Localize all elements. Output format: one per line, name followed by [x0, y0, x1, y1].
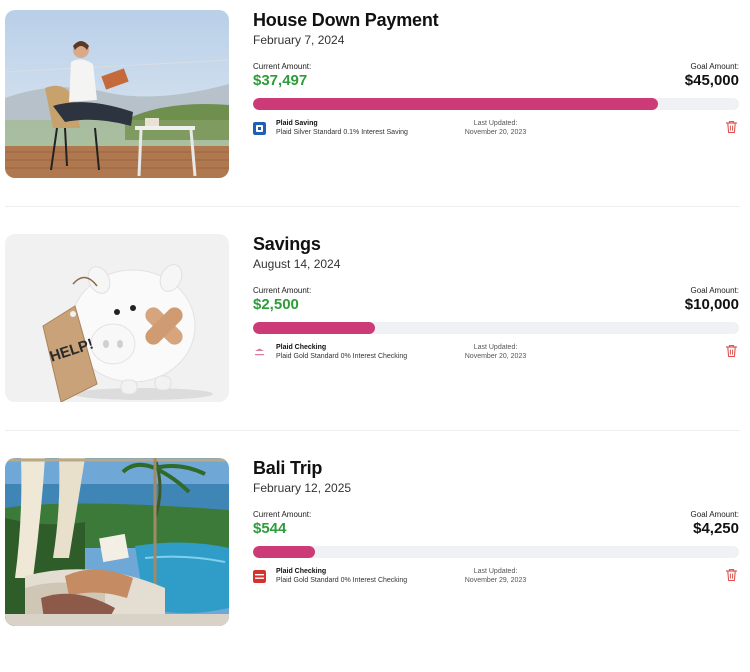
last-updated-label: Last Updated: — [473, 344, 518, 351]
progress-fill — [253, 98, 658, 110]
goal-title: Bali Trip — [253, 458, 323, 478]
last-updated-value: November 20, 2023 — [464, 129, 527, 136]
account-description: Plaid Silver Standard 0.1% Interest Savi… — [276, 129, 408, 136]
goal-card: House Down Payment February 7, 2024 Curr… — [0, 0, 750, 224]
trash-icon[interactable] — [725, 120, 738, 134]
account-name: Plaid Saving — [276, 120, 318, 127]
last-updated-value: November 29, 2023 — [464, 577, 527, 584]
bank-logo-icon — [253, 570, 266, 583]
goal-amount-value: $45,000 — [684, 72, 739, 89]
goal-card: Bali Trip February 12, 2025 Current Amou… — [0, 448, 750, 672]
trash-icon[interactable] — [725, 568, 738, 582]
bank-logo-icon — [253, 346, 266, 359]
progress-fill — [253, 546, 316, 558]
account-name: Plaid Checking — [276, 344, 327, 351]
account-description: Plaid Gold Standard 0% Interest Checking — [276, 353, 408, 360]
progress-bar — [253, 322, 739, 334]
current-amount-label: Current Amount: — [253, 510, 312, 519]
progress-bar — [253, 98, 739, 110]
goal-card: HELP! Savings August 14, 2024 Current Am… — [0, 224, 750, 448]
goal-amount-value: $4,250 — [693, 520, 739, 537]
goal-title: Savings — [253, 234, 321, 254]
last-updated-value: November 20, 2023 — [464, 353, 527, 360]
account-description: Plaid Gold Standard 0% Interest Checking — [276, 577, 408, 584]
goal-image — [5, 10, 229, 178]
bank-logo-icon — [253, 122, 266, 135]
goal-date: August 14, 2024 — [253, 257, 341, 271]
current-amount-label: Current Amount: — [253, 62, 312, 71]
last-updated-label: Last Updated: — [473, 568, 518, 575]
current-amount-value: $37,497 — [253, 72, 308, 89]
goal-date: February 12, 2025 — [253, 481, 352, 495]
goal-amount-label: Goal Amount: — [690, 62, 739, 71]
goal-amount-value: $10,000 — [684, 296, 739, 313]
goal-amount-label: Goal Amount: — [690, 510, 739, 519]
trash-icon[interactable] — [725, 344, 738, 358]
goal-amount-label: Goal Amount: — [690, 286, 739, 295]
goal-image — [5, 458, 229, 626]
progress-fill — [253, 322, 375, 334]
divider — [5, 206, 740, 207]
current-amount-value: $2,500 — [253, 296, 299, 313]
account-name: Plaid Checking — [276, 568, 327, 575]
divider — [5, 430, 740, 431]
goal-date: February 7, 2024 — [253, 33, 345, 47]
current-amount-label: Current Amount: — [253, 286, 312, 295]
progress-bar — [253, 546, 739, 558]
last-updated-label: Last Updated: — [473, 120, 518, 127]
goal-image: HELP! — [5, 234, 229, 402]
current-amount-value: $544 — [253, 520, 287, 537]
goal-title: House Down Payment — [253, 10, 439, 30]
